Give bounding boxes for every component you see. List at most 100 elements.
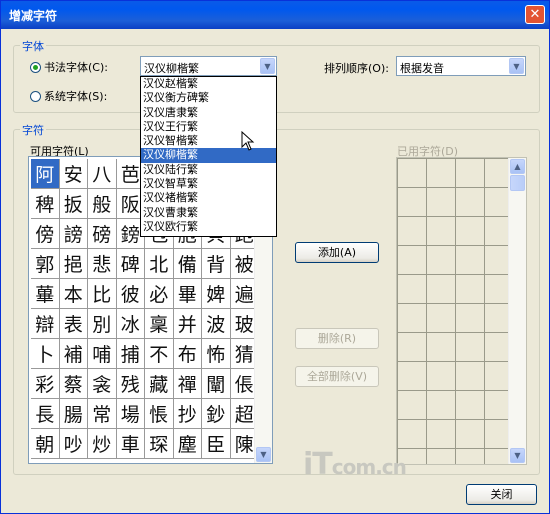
char-cell[interactable]: 比 [88, 279, 117, 309]
char-cell[interactable]: 蓽 [31, 279, 60, 309]
char-cell[interactable]: 鈔 [202, 399, 231, 429]
scroll-down-icon[interactable]: ▼ [510, 448, 525, 463]
font-option[interactable]: 汉仪柳楷繁 [141, 148, 276, 163]
dialog-window: 增减字符 ✕ 字体 书法字体(C): 系统字体(S): 汉仪柳楷繁 ▼ 排列顺序… [0, 0, 550, 514]
char-cell[interactable]: 朝 [31, 429, 60, 459]
font-group-label: 字体 [20, 38, 46, 54]
char-cell[interactable]: 婢 [202, 279, 231, 309]
font-option[interactable]: 汉仪王行繁 [141, 120, 276, 134]
system-font-radio[interactable]: 系统字体(S): [30, 88, 107, 104]
calligraphy-font-label: 书法字体(C): [44, 61, 108, 74]
char-cell[interactable]: 稟 [145, 309, 174, 339]
char-cell[interactable]: 悵 [145, 399, 174, 429]
char-cell[interactable]: 安 [59, 159, 88, 189]
sort-order-value: 根据发音 [400, 62, 444, 75]
radio-unchecked-icon [30, 90, 41, 102]
char-cell[interactable]: 闡 [202, 369, 231, 399]
char-cell[interactable]: 衾 [88, 369, 117, 399]
font-option[interactable]: 汉仪欧行繁 [141, 220, 276, 234]
char-cell[interactable]: 哺 [88, 339, 117, 369]
char-cell[interactable]: 卜 [31, 339, 60, 369]
char-cell[interactable]: 必 [145, 279, 174, 309]
char-cell[interactable]: 阿 [31, 159, 60, 189]
font-select[interactable]: 汉仪柳楷繁 ▼ [140, 56, 277, 76]
char-cell[interactable]: 背 [202, 249, 231, 279]
scroll-up-icon[interactable]: ▲ [510, 159, 525, 174]
char-cell[interactable]: 臣 [202, 429, 231, 459]
char-cell[interactable]: 蔡 [59, 369, 88, 399]
char-cell[interactable]: 冰 [116, 309, 145, 339]
char-cell[interactable]: 常 [88, 399, 117, 429]
char-cell[interactable]: 吵 [59, 429, 88, 459]
char-cell[interactable]: 北 [145, 249, 174, 279]
font-option[interactable]: 汉仪赵楷繁 [141, 77, 276, 91]
char-cell[interactable]: 備 [173, 249, 202, 279]
chars-group-label: 字符 [20, 122, 46, 138]
char-cell[interactable]: 謗 [59, 219, 88, 249]
used-scrollbar[interactable]: ▲ ▼ [508, 158, 526, 464]
used-chars-list[interactable]: ▲ ▼ [396, 157, 527, 465]
font-option[interactable]: 汉仪褚楷繁 [141, 191, 276, 205]
used-chars-grid [397, 158, 511, 464]
scroll-down-icon[interactable]: ▼ [256, 447, 271, 462]
font-option[interactable]: 汉仪陆行繁 [141, 163, 276, 177]
char-cell[interactable]: 布 [173, 339, 202, 369]
close-button[interactable]: 关闭 [466, 484, 537, 505]
char-cell[interactable]: 炒 [88, 429, 117, 459]
add-button[interactable]: 添加(A) [295, 242, 379, 263]
char-cell[interactable]: 長 [31, 399, 60, 429]
system-font-label: 系统字体(S): [44, 90, 108, 103]
char-cell[interactable]: 別 [88, 309, 117, 339]
char-cell[interactable]: 藏 [145, 369, 174, 399]
char-cell[interactable]: 補 [59, 339, 88, 369]
char-cell[interactable]: 并 [173, 309, 202, 339]
font-option[interactable]: 汉仪曹隶繁 [141, 206, 276, 220]
char-cell[interactable]: 般 [88, 189, 117, 219]
chevron-down-icon[interactable]: ▼ [509, 58, 524, 74]
char-cell[interactable]: 波 [202, 309, 231, 339]
delete-button[interactable]: 删除(R) [295, 328, 379, 349]
char-cell[interactable]: 禪 [173, 369, 202, 399]
font-option[interactable]: 汉仪唐隶繁 [141, 106, 276, 120]
char-cell[interactable]: 彩 [31, 369, 60, 399]
char-cell[interactable]: 場 [116, 399, 145, 429]
char-cell[interactable]: 悲 [88, 249, 117, 279]
char-cell[interactable]: 怖 [202, 339, 231, 369]
char-cell[interactable]: 郭 [31, 249, 60, 279]
scroll-thumb[interactable] [510, 175, 525, 191]
char-cell[interactable]: 捕 [116, 339, 145, 369]
char-cell[interactable]: 稗 [31, 189, 60, 219]
char-cell[interactable]: 不 [145, 339, 174, 369]
sort-order-select[interactable]: 根据发音 ▼ [396, 56, 526, 76]
char-cell[interactable]: 抄 [173, 399, 202, 429]
font-option[interactable]: 汉仪智草繁 [141, 177, 276, 191]
close-window-button[interactable]: ✕ [525, 5, 545, 24]
char-cell[interactable]: 車 [116, 429, 145, 459]
char-cell[interactable]: 碑 [116, 249, 145, 279]
font-select-value: 汉仪柳楷繁 [144, 62, 199, 75]
char-cell[interactable]: 表 [59, 309, 88, 339]
chevron-down-icon[interactable]: ▼ [260, 58, 275, 74]
calligraphy-font-radio[interactable]: 书法字体(C): [30, 59, 108, 75]
char-cell[interactable]: 磅 [88, 219, 117, 249]
char-cell[interactable]: 八 [88, 159, 117, 189]
font-option[interactable]: 汉仪智楷繁 [141, 134, 276, 148]
font-option[interactable]: 汉仪衡方碑繁 [141, 91, 276, 105]
mouse-cursor-icon [241, 131, 255, 151]
title-bar[interactable]: 增减字符 ✕ [1, 1, 549, 29]
char-cell[interactable]: 挹 [59, 249, 88, 279]
char-cell[interactable]: 塵 [173, 429, 202, 459]
radio-checked-icon [30, 61, 41, 73]
char-cell[interactable]: 琛 [145, 429, 174, 459]
char-cell[interactable]: 本 [59, 279, 88, 309]
sort-order-label: 排列顺序(O): [324, 62, 389, 75]
font-dropdown-list[interactable]: 汉仪赵楷繁 汉仪衡方碑繁 汉仪唐隶繁 汉仪王行繁 汉仪智楷繁 汉仪柳楷繁 汉仪陆行繁 汉仪智草… [140, 76, 277, 237]
char-cell[interactable]: 残 [116, 369, 145, 399]
delete-all-button[interactable]: 全部删除(V) [295, 366, 379, 387]
char-cell[interactable]: 畢 [173, 279, 202, 309]
char-cell[interactable]: 辯 [31, 309, 60, 339]
char-cell[interactable]: 彼 [116, 279, 145, 309]
char-cell[interactable]: 扳 [59, 189, 88, 219]
char-cell[interactable]: 傍 [31, 219, 60, 249]
char-cell[interactable]: 腸 [59, 399, 88, 429]
